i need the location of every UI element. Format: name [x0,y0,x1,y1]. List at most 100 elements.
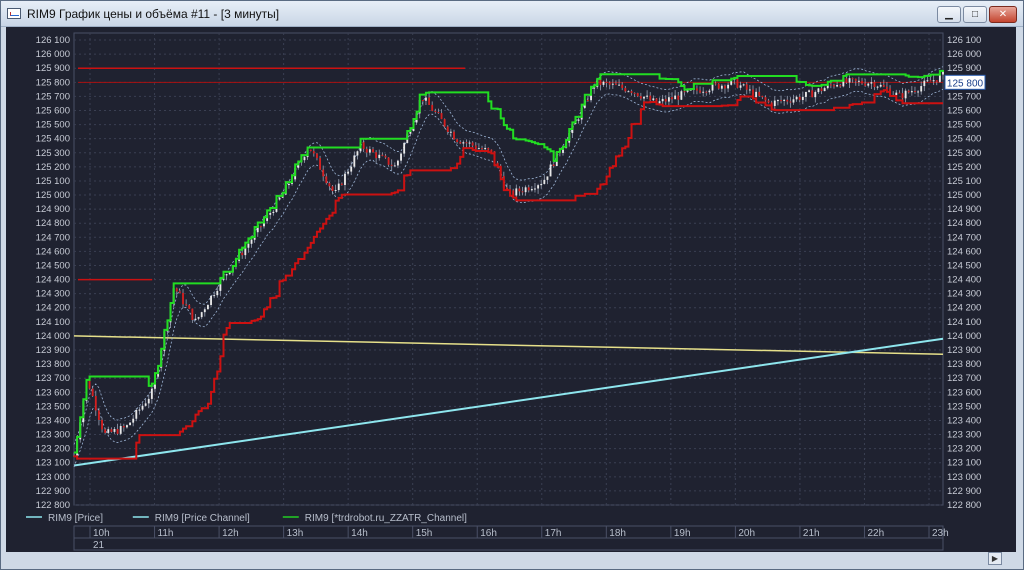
y-tick-label-right: 124 000 [947,331,981,342]
candle-body [861,80,863,84]
candle-body [786,99,789,102]
y-tick-label-left: 125 900 [36,63,70,74]
candle-body [879,84,882,87]
y-tick-label-left: 125 000 [36,190,70,201]
candle-body [867,83,870,86]
candle-body [344,173,346,185]
candle-body [586,99,589,101]
y-tick-label-right: 124 700 [947,232,981,243]
candle-body [178,291,181,293]
candle-body [727,84,730,89]
y-tick-label-left: 122 800 [36,500,70,511]
candle-body [789,101,792,103]
y-tick-label-left: 123 900 [36,345,70,356]
legend-label: RIM9 [Price] [48,513,103,524]
y-tick-label-left: 123 500 [36,401,70,412]
candle-body [627,91,630,93]
candle-body [437,111,440,114]
candle-body [365,148,368,153]
candle-body [147,398,150,404]
candle-body [674,95,677,100]
candle-body [886,86,888,89]
candle-body [468,142,471,144]
candle-body [138,409,141,411]
candle-body [677,95,680,100]
candle-body [646,95,649,97]
candle-body [605,81,608,83]
candle-body [608,82,611,85]
candle-body [833,85,835,87]
y-tick-label-right: 125 300 [947,148,981,159]
candle-body [540,183,543,186]
candle-body [141,405,144,410]
candle-body [319,158,321,170]
candle-body [474,145,477,149]
candle-body [375,152,378,159]
candle-body [384,155,387,158]
candle-body [621,84,624,89]
y-tick-label-right: 125 200 [947,162,981,173]
time-tick-label: 16h [480,528,497,539]
time-tick-label: 12h [222,528,239,539]
candle-body [714,83,717,85]
candle-body [225,274,228,276]
candle-body [104,429,107,433]
candle-body [630,91,633,93]
candle-body [459,141,462,144]
y-tick-label-left: 124 600 [36,246,70,257]
time-tick-label: 15h [416,528,433,539]
close-button[interactable]: ✕ [989,6,1017,23]
candle-body [116,428,119,434]
candle-body [910,91,913,93]
candle-body [94,396,97,411]
candle-body [624,88,627,92]
y-tick-label-right: 123 700 [947,373,981,384]
candle-body [334,189,337,191]
candle-body [210,295,212,306]
candle-body [91,388,94,397]
candle-body [543,179,546,184]
price-chart[interactable]: 126 100 126 100 126 000 126 000 125 900 125 9… [6,27,1016,552]
candle-body [428,97,431,105]
y-tick-label-right: 125 900 [947,63,981,74]
y-tick-label-left: 124 200 [36,303,70,314]
y-tick-label-left: 124 400 [36,275,70,286]
candle-body [611,83,614,85]
candle-body [901,93,904,99]
candle-body [895,92,898,95]
candle-body [337,183,340,190]
minimize-button[interactable]: ▁ [937,6,961,23]
candle-body [487,147,490,150]
candle-body [213,295,216,297]
candle-body [129,422,131,426]
candle-body [836,85,839,87]
time-tick-label: 11h [158,528,174,539]
candle-body [537,185,540,189]
y-tick-label-right: 125 100 [947,176,981,187]
time-tick-label: 20h [738,528,755,539]
candle-body [434,110,437,112]
y-tick-label-left: 123 600 [36,387,70,398]
candle-body [481,148,483,150]
candle-body [923,80,926,87]
y-tick-label-left: 123 200 [36,444,70,455]
y-tick-label-left: 126 000 [36,49,70,60]
candle-body [783,99,786,102]
scroll-right-button[interactable]: ▶ [988,552,1002,565]
candle-body [696,88,698,91]
candle-body [421,100,424,102]
candle-body [241,252,244,256]
candle-body [521,191,524,193]
candle-body [347,171,350,174]
candle-body [150,388,153,399]
maximize-button[interactable]: □ [963,6,987,23]
time-tick-label: 18h [609,528,626,539]
candle-body [720,85,723,89]
y-tick-label-left: 124 000 [36,331,70,342]
candle-body [917,91,920,93]
y-tick-label-left: 126 100 [36,35,70,46]
candle-body [403,142,406,154]
candle-body [207,305,209,310]
candle-body [353,155,356,167]
candle-body [717,83,720,89]
